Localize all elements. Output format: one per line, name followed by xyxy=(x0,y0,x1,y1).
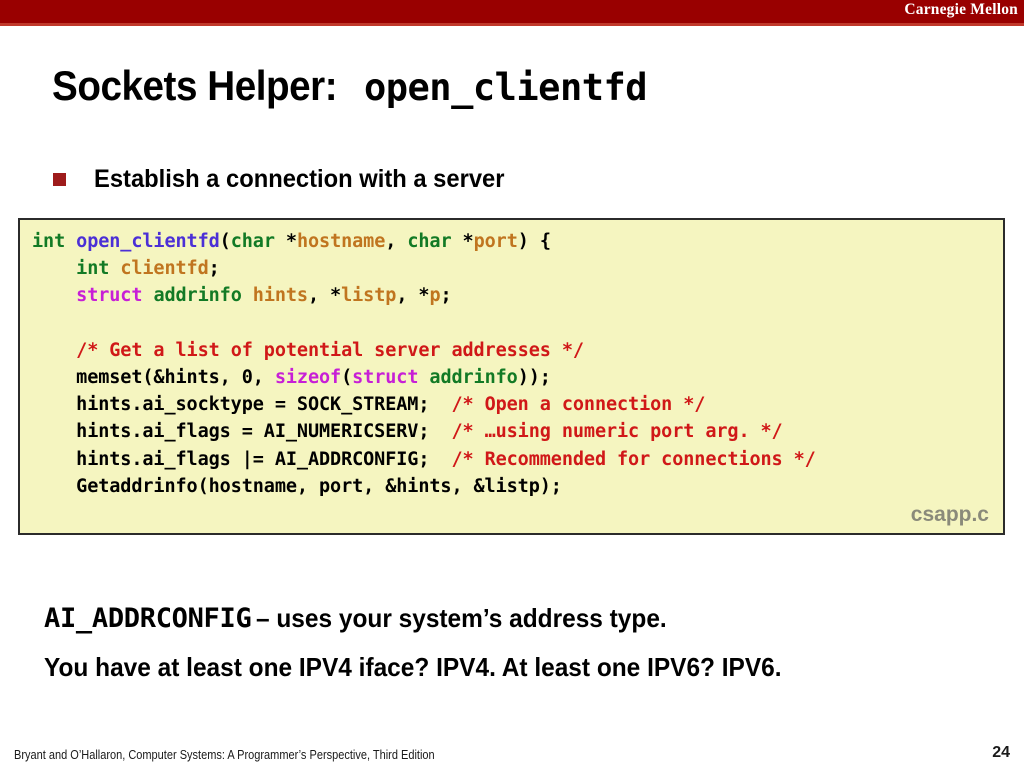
code-token: ( xyxy=(341,367,353,389)
explanatory-note: AI_ADDRCONFIG – uses your system’s addre… xyxy=(44,596,829,694)
code-token: open_clientfd xyxy=(76,231,220,252)
code-token: hostname xyxy=(296,231,386,252)
banner-accent-strip xyxy=(0,23,1024,26)
page-title-prefix: Sockets Helper: xyxy=(52,62,338,109)
note-flag-description: – uses your system’s address type. xyxy=(255,603,667,633)
code-listing: int open_clientfd(char *hostname, char *… xyxy=(32,228,816,500)
code-token: p xyxy=(429,285,441,307)
code-token: addrinfo xyxy=(429,367,518,389)
page-title-code-name: open_clientfd xyxy=(363,66,648,109)
code-token: hints xyxy=(252,285,308,307)
code-token: ; xyxy=(208,258,220,280)
code-token: ) { xyxy=(517,231,551,252)
note-line-2-text: You have at least one IPV4 iface? IPV4. … xyxy=(44,652,782,682)
institution-label: Carnegie Mellon xyxy=(904,1,1018,18)
square-bullet-icon xyxy=(53,173,66,186)
code-token: * xyxy=(285,231,297,252)
code-token: addrinfo xyxy=(153,285,253,307)
note-line-2: You have at least one IPV4 iface? IPV4. … xyxy=(44,645,829,694)
code-token: * xyxy=(462,231,474,252)
bullet-item-label: Establish a connection with a server xyxy=(94,165,505,193)
code-token: hints.ai_flags |= AI_ADDRCONFIG; xyxy=(32,448,430,470)
code-token: , xyxy=(385,231,408,252)
code-token: Getaddrinfo(hostname, port, &hints, &lis… xyxy=(32,475,562,497)
code-token: ; xyxy=(440,285,452,307)
code-token: memset(&hints, 0, xyxy=(32,367,275,389)
footer-citation: Bryant and O’Hallaron, Computer Systems:… xyxy=(14,748,435,762)
code-token: /* …using numeric port arg. */ xyxy=(429,421,783,443)
code-token: int xyxy=(76,258,121,280)
bullet-item: Establish a connection with a server xyxy=(53,165,526,194)
code-token: struct xyxy=(76,285,154,307)
note-flag-name: AI_ADDRCONFIG xyxy=(44,603,252,634)
code-token: listp xyxy=(341,285,397,307)
code-token: struct xyxy=(352,367,430,389)
code-token: , * xyxy=(307,285,342,307)
code-token: int xyxy=(32,231,77,252)
code-token: hints.ai_socktype = SOCK_STREAM; xyxy=(32,394,430,416)
code-token: char xyxy=(407,231,463,252)
code-token: port xyxy=(473,231,518,252)
code-token: , * xyxy=(396,285,430,307)
code-token: ( xyxy=(219,231,231,252)
carnegie-mellon-banner xyxy=(0,0,1024,23)
footer-page-number: 24 xyxy=(992,744,1010,761)
page-title: Sockets Helper: open_clientfd xyxy=(52,62,648,110)
code-token: /* Recommended for connections */ xyxy=(429,448,816,470)
note-line-1: AI_ADDRCONFIG – uses your system’s addre… xyxy=(44,596,829,645)
code-token: /* Get a list of potential server addres… xyxy=(76,339,584,361)
code-token: /* Open a connection */ xyxy=(429,394,706,416)
code-token: sizeof xyxy=(274,367,342,389)
code-source-filename: csapp.c xyxy=(910,503,989,526)
code-token: clientfd xyxy=(120,258,209,280)
code-token: )); xyxy=(517,367,551,389)
code-listing-panel: int open_clientfd(char *hostname, char *… xyxy=(18,218,1005,535)
code-token: hints.ai_flags = AI_NUMERICSERV; xyxy=(32,421,430,443)
code-token: char xyxy=(230,231,286,252)
